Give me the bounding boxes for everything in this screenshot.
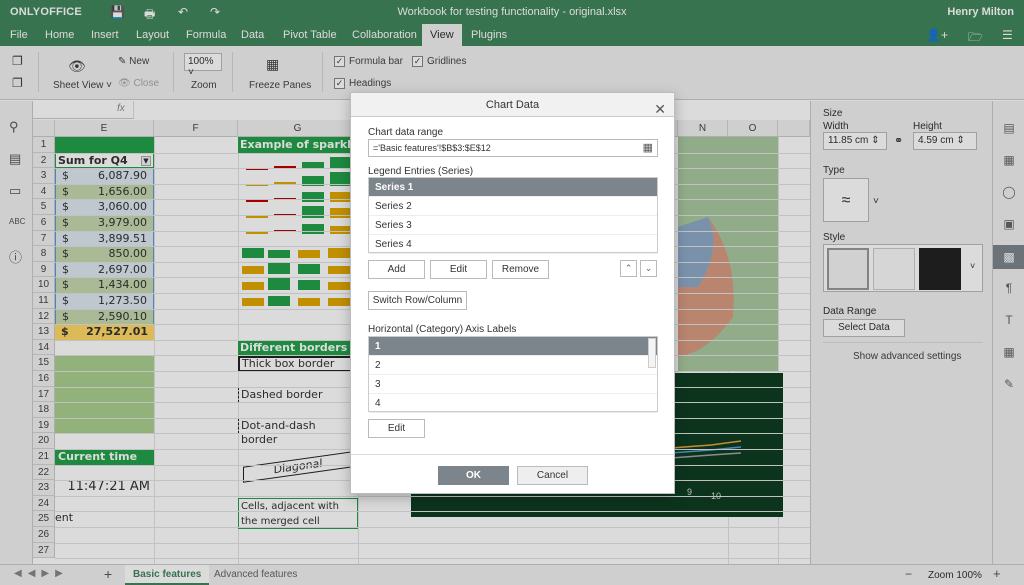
category-item[interactable]: 3 [369,375,657,394]
move-down-icon[interactable]: ⌄ [640,260,657,277]
dialog-title: Chart Data ✕ [351,93,674,117]
category-item[interactable]: 2 [369,356,657,375]
series-item[interactable]: Series 1 [369,178,657,197]
series-list: Series 1 Series 2 Series 3 Series 4 [368,177,658,254]
chart-data-range-input[interactable]: ='Basic features'!$B$3:$E$12 ▦ [368,139,658,157]
legend-entries-label: Legend Entries (Series) [368,166,474,177]
move-up-icon[interactable]: ⌃ [620,260,637,277]
add-series-button[interactable]: Add [368,260,425,279]
chart-data-dialog: Chart Data ✕ Chart data range ='Basic fea… [350,92,675,494]
axis-labels-label: Horizontal (Category) Axis Labels [368,324,517,335]
series-item[interactable]: Series 4 [369,235,657,254]
edit-series-button[interactable]: Edit [430,260,487,279]
remove-series-button[interactable]: Remove [492,260,549,279]
dialog-divider [351,454,674,455]
chart-data-range-label: Chart data range [368,127,444,138]
close-icon[interactable]: ✕ [654,97,666,121]
category-item[interactable]: 1 [369,337,657,356]
edit-axis-labels-button[interactable]: Edit [368,419,425,438]
switch-row-column-button[interactable]: Switch Row/Column [368,291,467,310]
category-item[interactable]: 4 [369,394,657,413]
ok-button[interactable]: OK [438,466,509,485]
cancel-button[interactable]: Cancel [517,466,588,485]
series-item[interactable]: Series 3 [369,216,657,235]
category-list: 1 2 3 4 [368,336,658,413]
list-scrollbar[interactable] [648,338,656,368]
series-item[interactable]: Series 2 [369,197,657,216]
range-select-icon[interactable]: ▦ [643,141,653,154]
